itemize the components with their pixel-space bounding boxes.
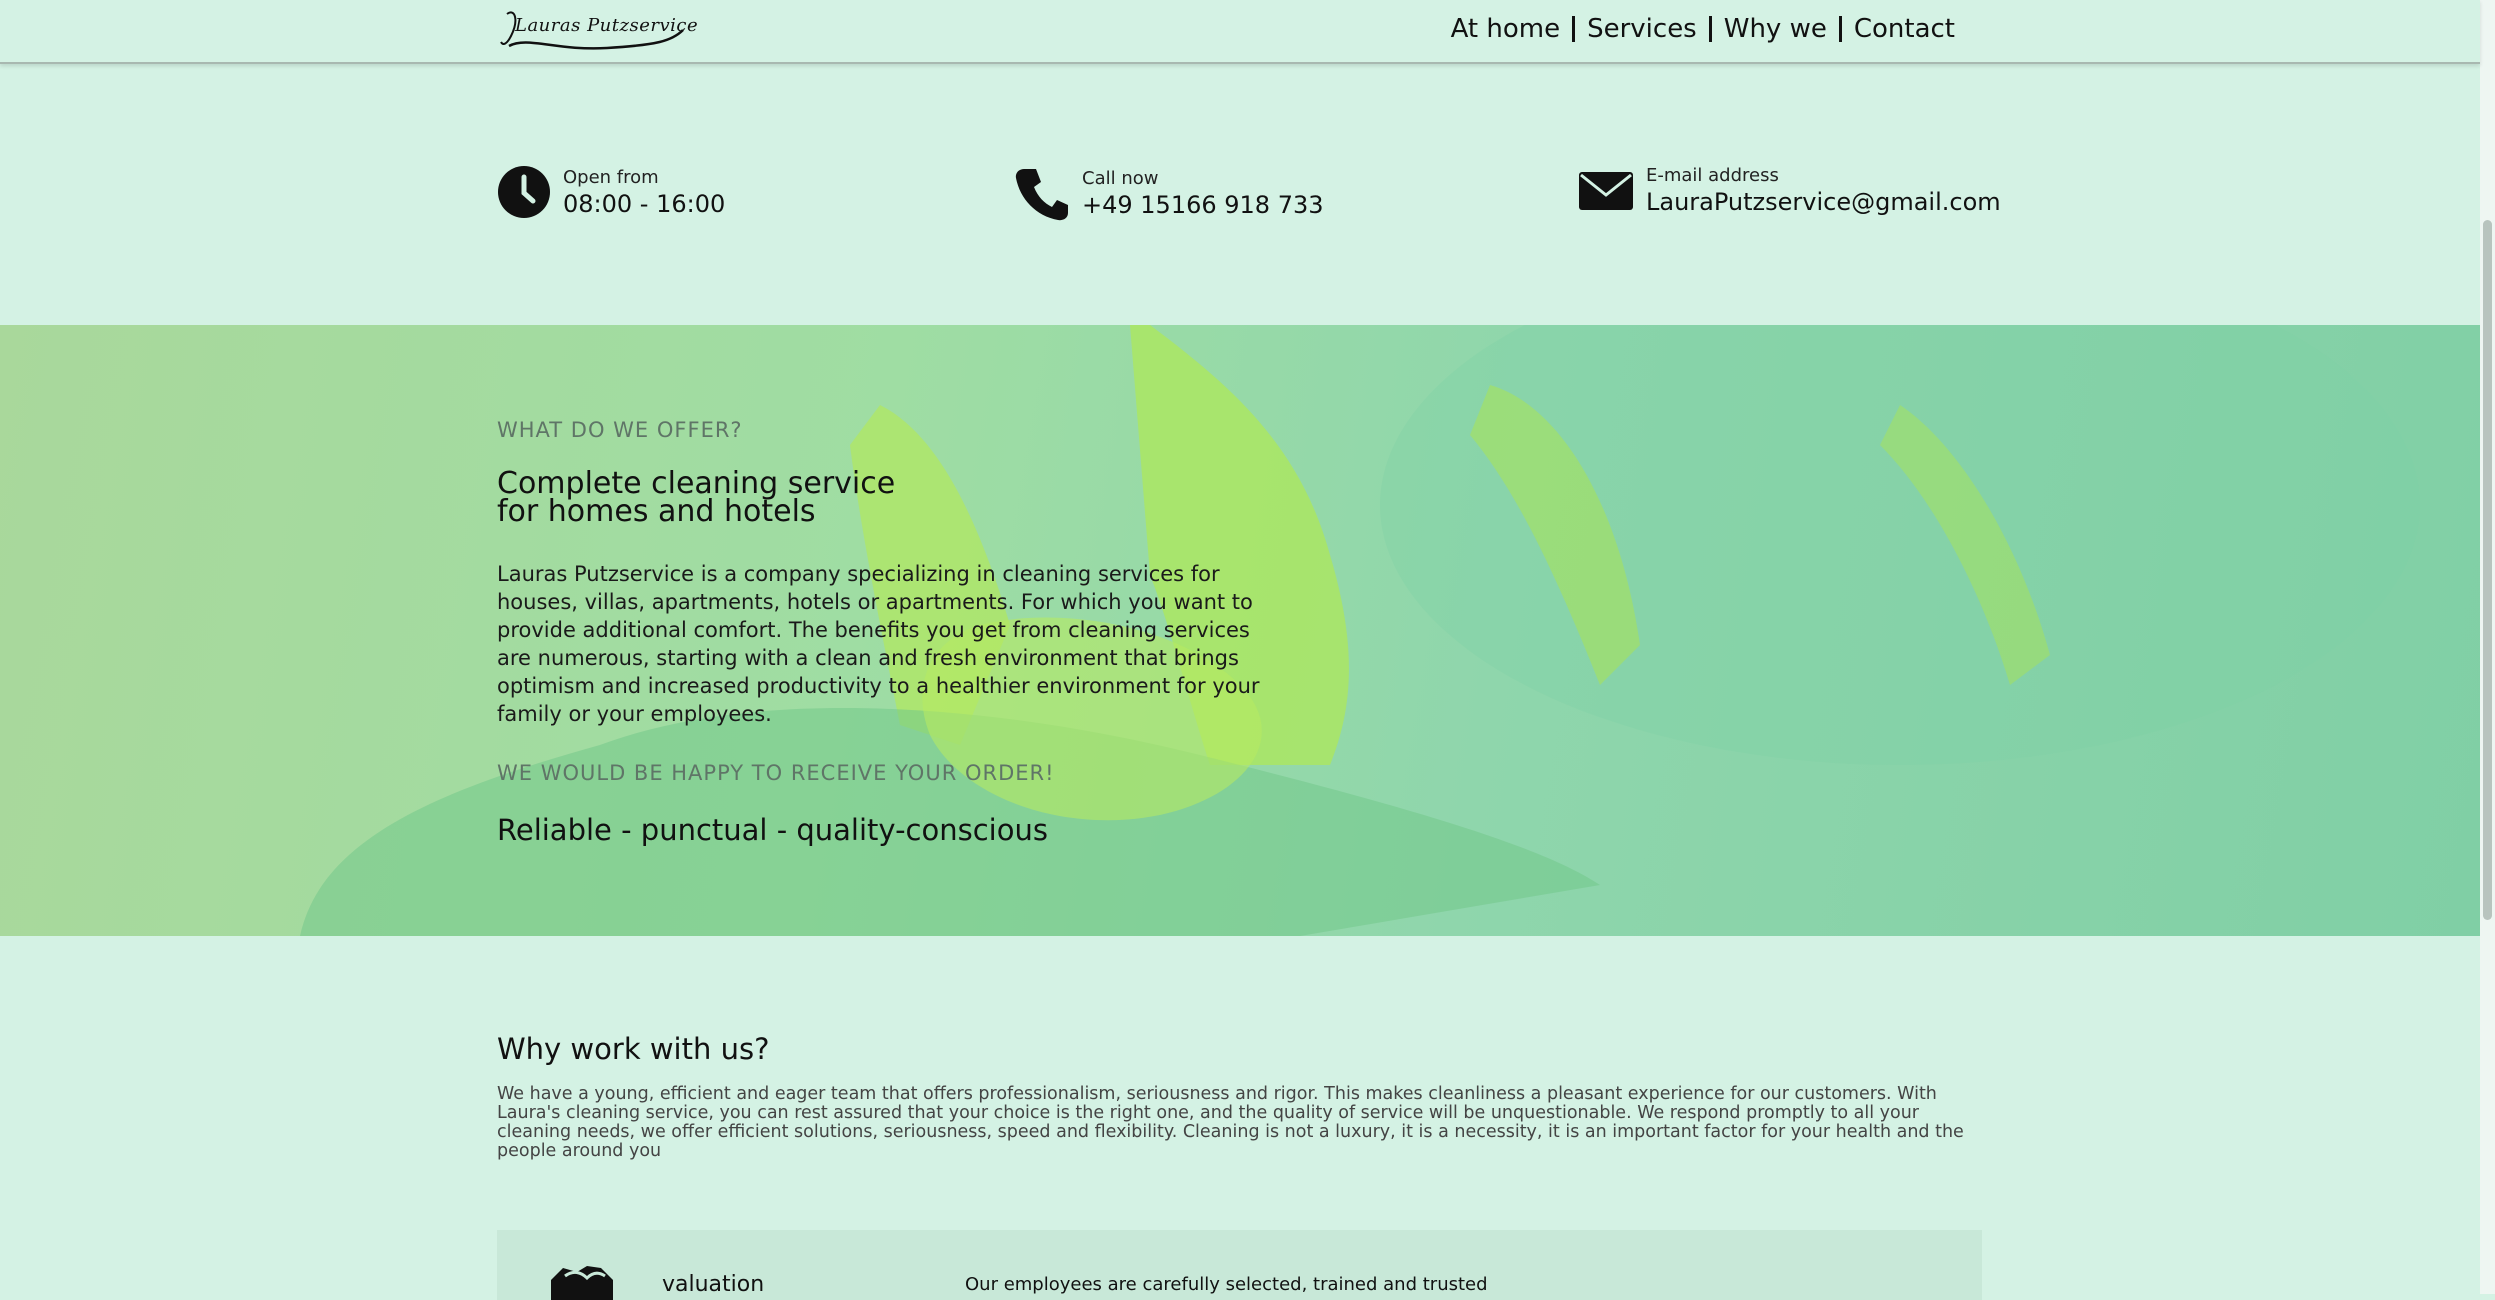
phone-icon [1015,169,1068,221]
hours-label: Open from [563,166,659,188]
offer-body: Lauras Putzservice is a company speciali… [497,562,1260,726]
offer-title: Complete cleaning service for homes and … [497,466,896,529]
contact-hours: Open from 08:00 - 16:00 [497,165,725,219]
order-kicker: WE WOULD BE HAPPY TO RECEIVE YOUR ORDER! [497,761,1055,785]
feature-title: valuation [662,1272,765,1297]
nav-services[interactable]: Services [1575,14,1709,44]
clock-icon [498,166,550,218]
nav-at-home[interactable]: At home [1439,14,1573,44]
feature-text: Our employees are carefully selected, tr… [965,1274,1488,1295]
hours-value: 08:00 - 16:00 [563,189,726,218]
offer-tagline: Reliable - punctual - quality-conscious [497,813,1048,847]
handshake-icon [551,1266,613,1300]
main-nav: At home Services Why we Contact [1439,14,1967,44]
envelope-icon [1579,171,1633,210]
why-text: We have a young, efficient and eager tea… [497,1084,1964,1161]
site-header: Lauras Putzservice At home Services Why … [0,0,2480,64]
email-label: E-mail address [1646,165,1779,186]
phone-label: Call now [1082,167,1159,189]
nav-why-we[interactable]: Why we [1712,14,1839,44]
phone-value: +49 15166 918 733 [1082,190,1324,219]
why-title: Why work with us? [497,1032,770,1066]
contact-email[interactable]: E-mail address LauraPutzservice@gmail.co… [1578,165,2001,216]
feature-card: valuation Our employees are carefully se… [497,1230,1982,1300]
logo[interactable]: Lauras Putzservice [497,6,698,54]
logo-text: Lauras Putzservice [515,15,699,36]
offer-section: WHAT DO WE OFFER? Complete cleaning serv… [0,325,2480,936]
offer-kicker: WHAT DO WE OFFER? [497,418,743,442]
email-value: LauraPutzservice@gmail.com [1646,188,2001,216]
nav-contact[interactable]: Contact [1842,14,1967,44]
scrollbar-thumb[interactable] [2483,220,2492,920]
contact-phone[interactable]: Call now +49 15166 918 733 [1014,165,1324,221]
page-scrollbar[interactable] [2480,0,2495,1294]
